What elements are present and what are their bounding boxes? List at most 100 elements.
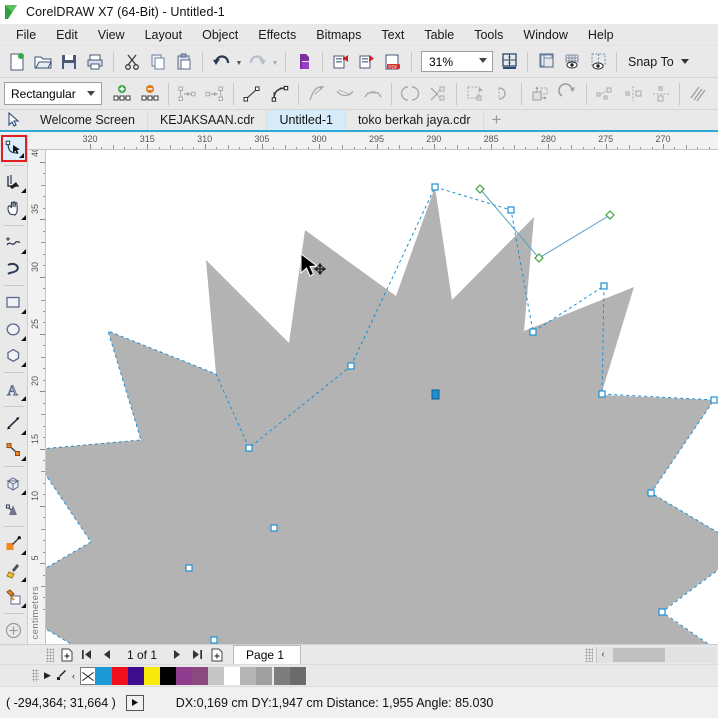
swatch-color[interactable] — [208, 666, 224, 685]
swatch-none[interactable] — [80, 666, 96, 685]
swatch-color[interactable] — [176, 666, 192, 685]
menu-object[interactable]: Object — [192, 25, 248, 45]
dimension-tool[interactable] — [1, 410, 27, 437]
polygon-tool[interactable] — [1, 343, 27, 370]
next-page-button[interactable] — [167, 646, 187, 664]
zoom-pan-tool[interactable] — [1, 195, 27, 222]
publish-pdf-icon[interactable]: PDF — [380, 49, 406, 75]
menu-bitmaps[interactable]: Bitmaps — [306, 25, 371, 45]
tab-untitled-1[interactable]: Untitled-1 — [267, 110, 346, 130]
crop-tool[interactable] — [1, 169, 27, 196]
horizontal-scrollbar[interactable]: ‹ — [596, 646, 716, 663]
stretch-nodes-icon[interactable] — [526, 81, 554, 107]
play-icon[interactable] — [125, 694, 144, 711]
show-rulers-icon[interactable] — [533, 49, 559, 75]
redo-icon[interactable] — [244, 49, 270, 75]
connector-tool[interactable] — [1, 437, 27, 464]
tab-kejaksaan[interactable]: KEJAKSAAN.cdr — [148, 110, 268, 130]
redo-dropdown-arrow[interactable]: ▼ — [270, 49, 280, 75]
smooth-node-icon[interactable] — [331, 81, 359, 107]
align-nodes-icon[interactable] — [591, 81, 619, 107]
swatch-color[interactable] — [224, 666, 240, 685]
horizontal-ruler[interactable]: 320 315 310 305 300 295 290 285 280 275 270 — [28, 134, 718, 150]
paste-icon[interactable] — [171, 49, 197, 75]
delete-node-icon[interactable] — [136, 81, 164, 107]
swatch-color[interactable] — [144, 666, 160, 685]
reflect-nodes-vertical-icon[interactable] — [647, 81, 675, 107]
fit-page-icon[interactable] — [496, 49, 522, 75]
pick-tool-icon[interactable] — [0, 110, 28, 130]
last-page-button[interactable] — [187, 646, 207, 664]
smart-fill-tool[interactable] — [1, 584, 27, 611]
join-two-nodes-icon[interactable] — [173, 81, 201, 107]
extract-subpath-icon[interactable] — [461, 81, 489, 107]
prev-page-button[interactable] — [97, 646, 117, 664]
swatch-color[interactable] — [96, 666, 112, 685]
print-icon[interactable] — [82, 49, 108, 75]
convert-to-curve-icon[interactable] — [266, 81, 294, 107]
add-node-icon[interactable] — [108, 81, 136, 107]
menu-layout[interactable]: Layout — [135, 25, 193, 45]
undo-icon[interactable] — [208, 49, 234, 75]
show-grid-icon[interactable] — [559, 49, 585, 75]
swatch-color[interactable] — [192, 666, 208, 685]
menu-table[interactable]: Table — [414, 25, 464, 45]
scroll-left-arrow[interactable]: ‹ — [597, 649, 609, 660]
add-tab-button[interactable]: + — [484, 110, 510, 130]
color-eyedropper-tool[interactable] — [1, 530, 27, 557]
snap-to-dropdown[interactable]: Snap To — [628, 55, 689, 69]
zoom-level-combo[interactable]: 31% — [421, 51, 493, 72]
text-tool[interactable]: A — [1, 376, 27, 403]
elastic-mode-icon[interactable] — [684, 81, 712, 107]
menu-tools[interactable]: Tools — [464, 25, 513, 45]
extrude-tool[interactable] — [1, 470, 27, 497]
cusp-node-icon[interactable] — [303, 81, 331, 107]
eyedropper-icon[interactable] — [54, 667, 67, 685]
rotate-skew-nodes-icon[interactable] — [554, 81, 582, 107]
tab-welcome-screen[interactable]: Welcome Screen — [28, 110, 148, 130]
swatch-color[interactable] — [160, 666, 176, 685]
import-icon[interactable] — [291, 49, 317, 75]
add-page-after-icon[interactable] — [207, 646, 227, 664]
vertical-ruler[interactable]: centimeters 40 35 30 25 20 15 10 5 — [28, 150, 46, 644]
menu-view[interactable]: View — [88, 25, 135, 45]
close-curve-icon[interactable] — [489, 81, 517, 107]
menu-text[interactable]: Text — [371, 25, 414, 45]
undo-dropdown-arrow[interactable]: ▼ — [234, 49, 244, 75]
menu-window[interactable]: Window — [513, 25, 577, 45]
artistic-media-tool[interactable] — [1, 256, 27, 283]
convert-to-line-icon[interactable] — [238, 81, 266, 107]
rectangle-tool[interactable] — [1, 289, 27, 316]
show-guides-icon[interactable] — [585, 49, 611, 75]
swatch-color[interactable] — [128, 666, 144, 685]
menu-file[interactable]: File — [6, 25, 46, 45]
symmetrical-node-icon[interactable] — [359, 81, 387, 107]
tab-toko-berkah-jaya[interactable]: toko berkah jaya.cdr — [346, 110, 484, 130]
break-curve-icon[interactable] — [201, 81, 229, 107]
drawing-canvas[interactable] — [46, 150, 718, 644]
swatch-color[interactable] — [256, 666, 272, 685]
reverse-direction-icon[interactable] — [396, 81, 424, 107]
add-page-before-icon[interactable] — [57, 646, 77, 664]
swatch-color[interactable] — [274, 666, 290, 685]
swatch-color[interactable] — [240, 666, 256, 685]
new-document-icon[interactable] — [4, 49, 30, 75]
swatch-color[interactable] — [112, 666, 128, 685]
reflect-nodes-horizontal-icon[interactable] — [619, 81, 647, 107]
export-file-icon[interactable] — [354, 49, 380, 75]
menu-effects[interactable]: Effects — [248, 25, 306, 45]
palette-drag-grip[interactable] — [32, 669, 39, 682]
open-document-icon[interactable] — [30, 49, 56, 75]
scrollbar-thumb[interactable] — [613, 647, 665, 662]
drop-shadow-tool[interactable] — [1, 497, 27, 524]
page-tab[interactable]: Page 1 — [233, 645, 302, 664]
palette-expand-icon[interactable]: ▶ — [41, 667, 54, 685]
import-file-icon[interactable] — [328, 49, 354, 75]
first-page-button[interactable] — [77, 646, 97, 664]
palette-prev-button[interactable]: ‹ — [67, 667, 80, 685]
swatch-color[interactable] — [290, 666, 306, 685]
extend-curve-to-close-icon[interactable] — [424, 81, 452, 107]
copy-icon[interactable] — [145, 49, 171, 75]
interactive-fill-tool[interactable] — [1, 557, 27, 584]
menu-help[interactable]: Help — [578, 25, 624, 45]
